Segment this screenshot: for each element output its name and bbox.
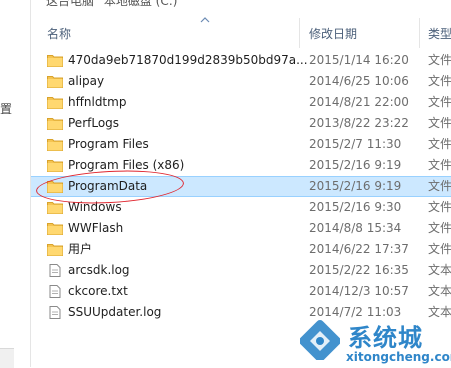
folder-icon [47, 76, 63, 88]
watermark: 系统城 xitongcheng.com [296, 318, 451, 367]
sort-ascending-icon [200, 17, 210, 23]
file-name: ckcore.txt [68, 284, 128, 298]
file-name: WWFlash [68, 221, 124, 235]
file-row[interactable]: Program Files 2015/2/7 11:30 文件 [31, 134, 451, 155]
file-date: 2014/8/8 15:34 [309, 221, 402, 235]
column-divider[interactable] [419, 18, 420, 48]
breadcrumb-item-local-disk[interactable]: 本地磁盘 (C:) [104, 0, 178, 8]
watermark-logo-icon [300, 320, 340, 360]
breadcrumb-item-this-pc[interactable]: 这台电脑 [46, 0, 94, 8]
file-type: 文本 [428, 263, 451, 277]
text-file-icon [49, 285, 61, 298]
nav-pane-text: 置 [0, 102, 13, 116]
column-header-name[interactable]: 名称 [47, 25, 71, 42]
folder-icon [47, 97, 63, 109]
folder-icon [47, 160, 63, 172]
file-type: 文件 [428, 137, 451, 151]
watermark-url: xitongcheng.com [346, 350, 451, 364]
file-name: Program Files [68, 137, 149, 151]
file-name: alipay [68, 74, 105, 88]
file-date: 2014/8/21 22:00 [309, 95, 409, 109]
file-date: 2014/6/22 17:37 [309, 242, 409, 256]
file-type: 文件 [428, 200, 451, 214]
file-type: 文件 [428, 179, 451, 193]
file-date: 2013/8/22 23:22 [309, 116, 409, 130]
file-type: 文件 [428, 74, 451, 88]
watermark-title: 系统城 [348, 324, 423, 352]
file-row[interactable]: hffnldtmp 2014/8/21 22:00 文件 [31, 92, 451, 113]
file-name: hffnldtmp [68, 95, 127, 109]
nav-pane-scrollbar[interactable] [0, 348, 14, 368]
file-type: 文件 [428, 116, 451, 130]
file-date: 2014/6/25 10:06 [309, 74, 409, 88]
file-date: 2014/12/3 10:57 [309, 284, 409, 298]
file-row[interactable]: ckcore.txt 2014/12/3 10:57 文本 [31, 281, 451, 302]
file-date: 2015/2/7 11:30 [309, 137, 402, 151]
file-date: 2015/1/14 16:20 [309, 53, 409, 67]
file-row[interactable]: WWFlash 2014/8/8 15:34 文件 [31, 218, 451, 239]
file-type: 文件 [428, 53, 451, 67]
folder-icon [47, 223, 63, 235]
file-type: 文本 [428, 284, 451, 298]
folder-icon [47, 139, 63, 151]
column-header-date[interactable]: 修改日期 [309, 25, 357, 42]
file-row[interactable]: 470da9eb71870d199d2839b50bd97a... 2015/1… [31, 50, 451, 71]
folder-icon [47, 118, 63, 130]
navigation-pane: 置 [0, 0, 31, 368]
file-name: PerfLogs [68, 116, 120, 130]
file-name: SSUUpdater.log [68, 305, 162, 319]
file-row[interactable]: alipay 2014/6/25 10:06 文件 [31, 71, 451, 92]
file-row[interactable]: 用户 2014/6/22 17:37 文件 [31, 239, 451, 260]
file-type: 文件 [428, 95, 451, 109]
folder-icon [47, 202, 63, 214]
file-type: 文件 [428, 242, 451, 256]
breadcrumb: 这台电脑 本地磁盘 (C:) [46, 0, 183, 9]
file-date: 2015/2/22 16:35 [309, 263, 409, 277]
file-name: 470da9eb71870d199d2839b50bd97a... [68, 53, 308, 67]
file-row[interactable]: PerfLogs 2013/8/22 23:22 文件 [31, 113, 451, 134]
text-file-icon [49, 306, 61, 319]
column-header-type[interactable]: 类型 [428, 25, 451, 42]
text-file-icon [49, 264, 61, 277]
column-header: 名称 修改日期 类型 [31, 17, 451, 48]
file-date: 2015/2/16 9:19 [309, 179, 402, 193]
file-date: 2015/2/16 9:30 [309, 200, 402, 214]
file-type: 文件 [428, 221, 451, 235]
file-date: 2015/2/16 9:19 [309, 158, 402, 172]
file-name: 用户 [68, 242, 93, 256]
folder-icon [47, 244, 63, 256]
file-name: arcsdk.log [68, 263, 130, 277]
folder-icon [47, 55, 63, 67]
file-type: 文件 [428, 158, 451, 172]
file-row[interactable]: arcsdk.log 2015/2/22 16:35 文本 [31, 260, 451, 281]
column-divider[interactable] [299, 18, 300, 48]
